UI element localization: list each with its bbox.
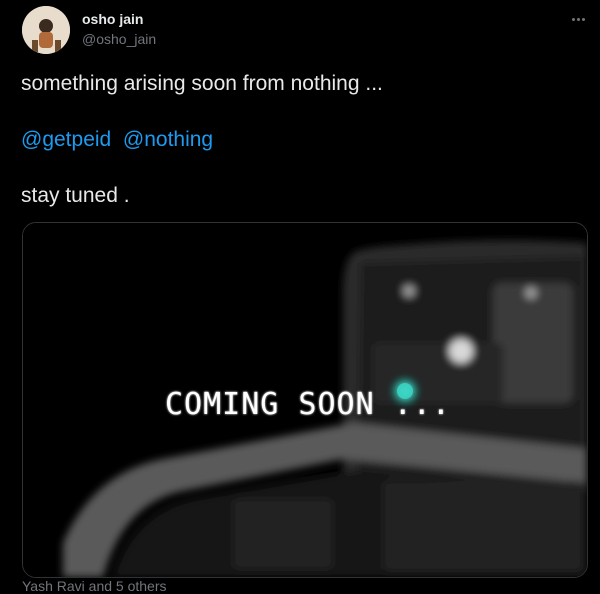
mention-link[interactable]: @getpeid [21,128,111,151]
more-horizontal-icon[interactable] [566,9,590,29]
tweet-line: stay tuned . [21,184,130,207]
liked-by-text[interactable]: Yash Ravi and 5 others [22,578,167,594]
user-handle[interactable]: @osho_jain [82,31,156,47]
tweet-text: something arising soon from nothing ... … [21,70,383,210]
tweet-mentions: @getpeid @nothing [21,126,383,154]
display-name[interactable]: osho jain [82,11,143,27]
tweet-line: something arising soon from nothing ... [21,72,383,95]
tweet-media-image[interactable]: COMING SOON ... [22,222,588,578]
coming-soon-overlay: COMING SOON ... [165,387,451,422]
mention-link[interactable]: @nothing [123,128,213,151]
avatar[interactable] [22,6,70,54]
